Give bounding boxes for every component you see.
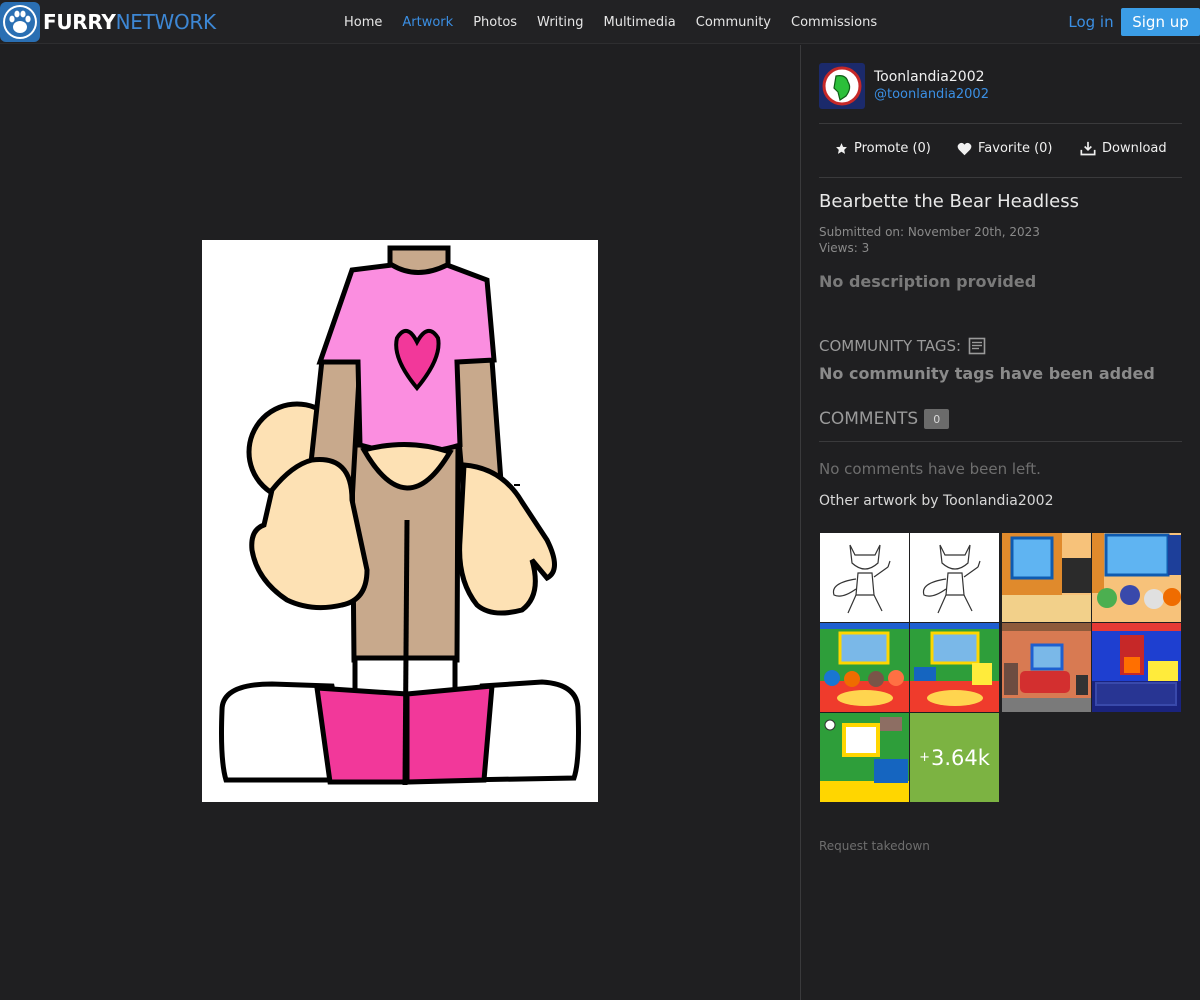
artwork-thumbnail[interactable] <box>820 533 909 622</box>
request-takedown-link[interactable]: Request takedown <box>819 839 930 853</box>
logo-text: FURRYNETWORK <box>43 10 216 34</box>
community-tags-empty: No community tags have been added <box>819 364 1155 383</box>
nav-home[interactable]: Home <box>344 15 382 30</box>
artwork-title: Bearbette the Bear Headless <box>819 191 1079 212</box>
submitted-date: Submitted on: November 20th, 2023 <box>819 225 1040 239</box>
more-artwork-button[interactable]: +3.64k <box>910 713 999 802</box>
community-tags-heading: COMMUNITY TAGS: <box>819 337 986 355</box>
artwork-image[interactable] <box>202 240 598 802</box>
artwork-thumbnail[interactable] <box>1092 533 1181 622</box>
favorite-button[interactable]: Favorite (0) <box>957 141 1053 156</box>
artwork-sidebar: Toonlandia2002 @toonlandia2002 Promote (… <box>801 45 1200 1000</box>
nav-writing[interactable]: Writing <box>537 15 583 30</box>
main-nav: Home Artwork Photos Writing Multimedia C… <box>334 0 887 44</box>
divider <box>819 177 1182 178</box>
artwork-thumbnail[interactable] <box>820 713 909 802</box>
nav-photos[interactable]: Photos <box>473 15 517 30</box>
promote-button[interactable]: Promote (0) <box>835 141 931 156</box>
promote-label: Promote (0) <box>854 141 931 156</box>
avatar[interactable] <box>819 63 865 109</box>
favorite-label: Favorite (0) <box>978 141 1053 156</box>
nav-artwork[interactable]: Artwork <box>402 15 453 30</box>
divider <box>819 441 1182 442</box>
signup-button[interactable]: Sign up <box>1121 8 1200 36</box>
paw-icon <box>0 2 40 42</box>
tag-list-icon[interactable] <box>968 337 986 355</box>
artwork-thumbnail[interactable] <box>1092 623 1181 712</box>
heart-icon <box>957 142 972 155</box>
comments-empty: No comments have been left. <box>819 460 1041 478</box>
action-bar: Promote (0) Favorite (0) Download <box>819 133 1182 165</box>
nav-community[interactable]: Community <box>696 15 771 30</box>
artist-handle[interactable]: @toonlandia2002 <box>874 87 989 102</box>
artwork-thumbnail[interactable] <box>910 623 999 712</box>
artwork-thumbnail[interactable] <box>1002 623 1091 712</box>
comments-heading: COMMENTS 0 <box>819 409 950 429</box>
other-artwork-grid: +3.64k <box>819 532 1183 804</box>
view-count: Views: 3 <box>819 241 870 255</box>
artwork-thumbnail[interactable] <box>820 623 909 712</box>
divider <box>819 123 1182 124</box>
artwork-description: No description provided <box>819 272 1037 291</box>
nav-multimedia[interactable]: Multimedia <box>603 15 675 30</box>
star-icon <box>836 143 847 154</box>
download-label: Download <box>1102 141 1167 156</box>
nav-commissions[interactable]: Commissions <box>791 15 877 30</box>
download-button[interactable]: Download <box>1080 141 1167 156</box>
other-artwork-heading: Other artwork by Toonlandia2002 <box>819 493 1054 509</box>
site-logo[interactable]: FURRYNETWORK <box>0 0 216 44</box>
login-link[interactable]: Log in <box>1062 0 1120 44</box>
comments-count-badge: 0 <box>924 409 950 429</box>
artist-display-name[interactable]: Toonlandia2002 <box>874 69 985 85</box>
artwork-thumbnail[interactable] <box>910 533 999 622</box>
top-bar: FURRYNETWORK Home Artwork Photos Writing… <box>0 0 1200 44</box>
artwork-thumbnail[interactable] <box>1002 533 1091 622</box>
download-icon <box>1080 141 1096 156</box>
